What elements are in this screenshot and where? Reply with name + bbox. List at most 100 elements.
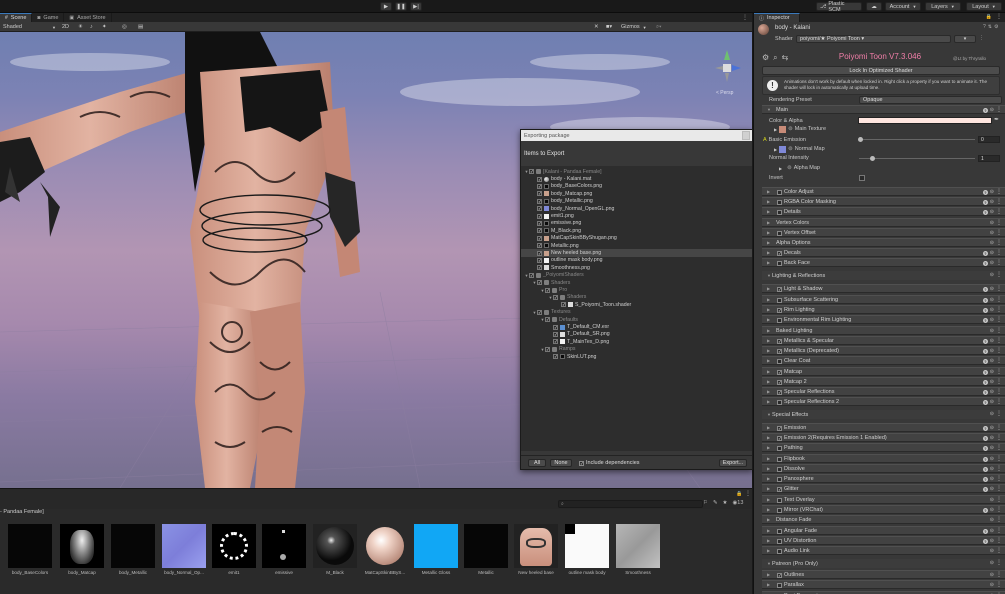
section-header[interactable]: ▶ ✓ Specular Reflections? ⊝ ⋮ xyxy=(762,387,1005,396)
help-icon[interactable]: ? xyxy=(982,528,988,534)
section-header[interactable]: ▶ ✓ Metallics & Specular? ⊝ ⋮ xyxy=(762,336,1005,345)
asset-thumbnail[interactable] xyxy=(313,524,357,568)
asset-item[interactable]: Metallic Gloss xyxy=(414,524,458,575)
shading-mode-dropdown[interactable]: Shaded ▼ xyxy=(3,23,56,31)
export-tree-row[interactable]: ✓ outline mask body.png xyxy=(521,257,752,264)
section-enable-checkbox[interactable] xyxy=(777,538,782,544)
export-item-checkbox[interactable]: ✓ xyxy=(537,257,542,263)
section-header[interactable]: ▶ ✓ Glitter? ⊝ ⋮ xyxy=(762,484,1005,493)
asset-thumbnail[interactable] xyxy=(616,524,660,568)
asset-thumbnail[interactable] xyxy=(111,524,155,568)
link-icon[interactable]: ⊝ xyxy=(990,572,994,578)
section-header[interactable]: ▶ Pathing? ⊝ ⋮ xyxy=(762,443,1005,452)
asset-item[interactable]: body_BaseColors xyxy=(8,524,52,575)
menu-icon[interactable]: ⋮ xyxy=(996,250,1002,256)
export-tree-row[interactable]: ✓ M_Black.png xyxy=(521,227,752,234)
asset-item[interactable]: Metallic xyxy=(464,524,508,575)
asset-thumbnail[interactable] xyxy=(414,524,458,568)
dialog-title-bar[interactable]: Exporting package xyxy=(521,130,752,141)
section-header[interactable]: ▶ Vertex Colors ⊝ ⋮ xyxy=(762,218,1005,227)
section-enable-checkbox[interactable] xyxy=(777,399,782,405)
export-item-checkbox[interactable]: ✓ xyxy=(537,191,542,197)
menu-icon[interactable]: ⋮ xyxy=(996,425,1002,431)
link-icon[interactable]: ⊝ xyxy=(990,399,994,405)
camera-icon[interactable]: ▤ xyxy=(138,23,143,31)
menu-icon[interactable]: ⋮ xyxy=(996,517,1002,523)
rendering-preset-dropdown[interactable]: Opaque xyxy=(859,96,1002,104)
export-tree-row[interactable]: ▼ ✓ Textures xyxy=(521,309,752,316)
menu-icon[interactable]: ⋮ xyxy=(996,507,1002,513)
link-icon[interactable]: ⊝ xyxy=(990,379,994,385)
section-header[interactable]: ▶ ✓ Outlines ⊝ ⋮ xyxy=(762,570,1005,579)
section-enable-checkbox[interactable]: ✓ xyxy=(777,389,782,395)
menu-icon[interactable]: ⋮ xyxy=(996,411,1002,417)
export-tree-row[interactable]: ▼ ✓ Ramps xyxy=(521,346,752,353)
section-header[interactable]: ▼ Lighting & Reflections ⊝ ⋮ xyxy=(762,271,1005,280)
export-item-checkbox[interactable]: ✓ xyxy=(553,339,558,345)
asset-item[interactable]: body_Metallic xyxy=(111,524,155,575)
help-icon[interactable]: ? xyxy=(982,358,988,364)
normal-map-row[interactable]: ▶ ⊚ Normal Map xyxy=(774,145,825,153)
section-header[interactable]: ▶ ✓ Emission? ⊝ ⋮ xyxy=(762,423,1005,432)
section-header[interactable]: ▶ ✓ Matcap? ⊝ ⋮ xyxy=(762,367,1005,376)
account-dropdown[interactable]: Account ▼ xyxy=(885,2,921,11)
asset-item[interactable]: body_Matcap xyxy=(60,524,104,575)
lighting-icon[interactable]: ☀ xyxy=(78,23,83,31)
menu-icon[interactable]: ⋮ xyxy=(996,582,1002,588)
section-enable-checkbox[interactable] xyxy=(777,466,782,472)
play-button[interactable]: ▶ xyxy=(380,2,392,11)
export-tree-row[interactable]: ✓ T_Default_CM.exr xyxy=(521,323,752,330)
export-tree-row[interactable]: ✓ New heeled base.png xyxy=(521,249,752,257)
export-item-checkbox[interactable]: ✓ xyxy=(537,250,542,256)
export-tree-row[interactable]: ✓ body_BaseColors.png xyxy=(521,183,752,190)
section-header[interactable]: ▶ ✓ Light & Shadow? ⊝ ⋮ xyxy=(762,284,1005,293)
gizmos-dropdown[interactable]: Gizmos ▼ xyxy=(621,23,647,31)
help-icon[interactable]: ? xyxy=(982,250,988,256)
asset-item[interactable]: emissive xyxy=(262,524,306,575)
export-item-checkbox[interactable]: ✓ xyxy=(537,265,542,271)
menu-icon[interactable]: ⋮ xyxy=(996,379,1002,385)
step-button[interactable]: ▶| xyxy=(410,2,422,11)
menu-icon[interactable]: ⋮ xyxy=(996,560,1002,566)
section-enable-checkbox[interactable]: ✓ xyxy=(777,369,782,375)
menu-icon[interactable]: ⋮ xyxy=(996,548,1002,554)
section-enable-checkbox[interactable]: ✓ xyxy=(777,338,782,344)
section-header[interactable]: ▶ ✓ Decals? ⊝ ⋮ xyxy=(762,248,1005,257)
tab-asset-store[interactable]: ▣ Asset Store xyxy=(64,13,112,22)
help-icon[interactable]: ? xyxy=(982,338,988,344)
help-icon[interactable]: ? xyxy=(982,399,988,405)
link-icon[interactable]: ⊝ xyxy=(990,507,994,513)
link-icon[interactable]: ⊝ xyxy=(990,328,994,334)
link-icon[interactable]: ⊝ xyxy=(990,107,994,113)
export-item-checkbox[interactable]: ✓ xyxy=(529,169,534,175)
menu-icon[interactable]: ⋮ xyxy=(996,389,1002,395)
section-header[interactable]: ▼ Patreon (Pro Only) ⊝ ⋮ xyxy=(762,559,1005,568)
pause-button[interactable]: ❚❚ xyxy=(395,2,407,11)
asset-thumbnail[interactable] xyxy=(464,524,508,568)
export-item-checkbox[interactable]: ✓ xyxy=(537,243,542,249)
menu-icon[interactable]: ⋮ xyxy=(996,497,1002,503)
menu-icon[interactable]: ⋮ xyxy=(996,286,1002,292)
section-enable-checkbox[interactable] xyxy=(777,445,782,451)
export-item-checkbox[interactable]: ✓ xyxy=(537,198,542,204)
menu-icon[interactable]: ⋮ xyxy=(996,189,1002,195)
section-header[interactable]: ▶ Audio Link ⊝ ⋮ xyxy=(762,546,1005,555)
section-enable-checkbox[interactable] xyxy=(777,230,782,236)
asset-thumbnail[interactable] xyxy=(212,524,256,568)
section-enable-checkbox[interactable]: ✓ xyxy=(777,250,782,256)
menu-icon[interactable]: ⋮ xyxy=(996,572,1002,578)
invert-checkbox[interactable] xyxy=(859,175,865,181)
dialog-close-button[interactable] xyxy=(742,131,750,140)
export-tree-row[interactable]: ✓ MatCapSkinBByShugan.png xyxy=(521,235,752,242)
export-item-checkbox[interactable]: ✓ xyxy=(537,235,542,241)
menu-icon[interactable]: ⋮ xyxy=(996,466,1002,472)
link-icon[interactable]: ⊝ xyxy=(990,272,994,278)
export-tree-row[interactable]: ✓ SkinLUT.png xyxy=(521,353,752,360)
link-icon[interactable]: ⊝ xyxy=(990,358,994,364)
help-icon[interactable]: ? xyxy=(982,260,988,266)
export-item-checkbox[interactable]: ✓ xyxy=(545,346,550,352)
normal-map-thumb[interactable] xyxy=(779,145,787,153)
help-icon[interactable]: ? xyxy=(982,209,988,215)
tab-menu-icon[interactable]: ⋮ xyxy=(742,14,748,21)
help-icon[interactable]: ? xyxy=(982,297,988,303)
